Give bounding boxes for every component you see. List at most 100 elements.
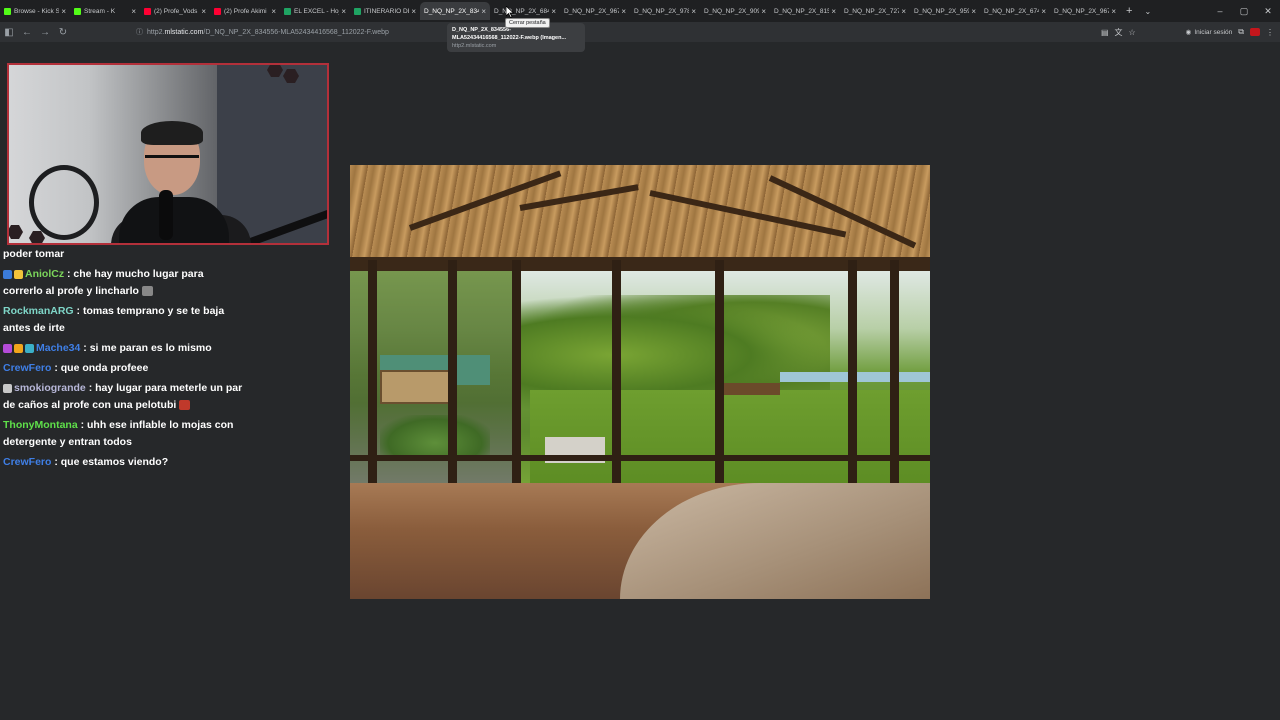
chat-username[interactable]: CrewFero	[3, 362, 51, 374]
tab-close-icon[interactable]: ×	[971, 7, 976, 16]
reader-view-icon[interactable]: ▤	[1101, 28, 1109, 37]
tab-title: D_NQ_NP_2X_9670	[1054, 7, 1110, 15]
tab-close-icon[interactable]: ×	[761, 7, 766, 16]
chat-emote-icon	[141, 286, 153, 297]
browser-tab[interactable]: D_NQ_NP_2X_6749 ×	[980, 2, 1050, 20]
sign-in-button[interactable]: ◉ Iniciar sesión	[1186, 28, 1233, 37]
chat-message: CrewFero : que onda profeee	[3, 360, 243, 377]
stream-chat: poder tomar AniolCz : che hay mucho lugar…	[3, 246, 243, 474]
browser-tab[interactable]: D_NQ_NP_2X_7273 ×	[840, 2, 910, 20]
photo-plants	[380, 415, 490, 455]
webcam-streamer-shirt	[119, 197, 229, 243]
browser-tab[interactable]: (2) Profe_Vods ×	[140, 2, 210, 20]
menu-icon[interactable]: ⋮	[1266, 28, 1274, 37]
chat-message: Mache34 : si me paran es lo mismo	[3, 340, 243, 357]
address-bar[interactable]: ⓘ http2. mlstatic.com/D_NQ_NP_2X_834556-M…	[136, 25, 389, 39]
photo-post	[890, 260, 899, 520]
new-tab-button[interactable]: +	[1126, 5, 1132, 17]
forward-icon[interactable]: →	[36, 27, 54, 38]
browser-tab[interactable]: (2) Profe Akimi ×	[210, 2, 280, 20]
tab-close-icon[interactable]: ×	[481, 7, 486, 16]
sign-in-label: Iniciar sesión	[1194, 28, 1233, 36]
browser-tab[interactable]: D_NQ_NP_2X_9099 ×	[700, 2, 770, 20]
photo-post	[848, 260, 857, 520]
browser-tab[interactable]: Browse - Kick S ×	[0, 2, 70, 20]
chat-badge-icon	[14, 269, 23, 279]
url-scheme: http2.	[147, 28, 165, 36]
browser-tab[interactable]: Stream - K ×	[70, 2, 140, 20]
tab-close-icon[interactable]: ×	[61, 7, 66, 16]
extensions-icon[interactable]: ⧉	[1238, 27, 1244, 37]
webcam-streamer-glasses	[145, 155, 199, 169]
chat-emote-icon	[179, 400, 191, 411]
bookmark-star-icon[interactable]: ☆	[1129, 28, 1136, 37]
chat-message-text: : que onda profeee	[54, 362, 149, 374]
sidebar-icon[interactable]: ◧	[0, 27, 18, 38]
browser-tab[interactable]: ITINERARIO DE ×	[350, 2, 420, 20]
tab-close-icon[interactable]: ×	[621, 7, 626, 16]
photo-post	[512, 260, 521, 520]
translate-icon[interactable]: 文	[1115, 27, 1123, 38]
browser-tab[interactable]: D_NQ_NP_2X_9590 ×	[910, 2, 980, 20]
chat-username[interactable]: AniolCz	[25, 268, 64, 280]
tab-close-icon[interactable]: ×	[341, 7, 346, 16]
toolbar-right: ▤ 文 ☆ ◉ Iniciar sesión ⧉ ⋮	[1101, 22, 1274, 42]
browser-tab[interactable]: D_NQ_NP_2X_834 ×	[420, 2, 490, 20]
tab-close-icon[interactable]: ×	[271, 7, 276, 16]
chat-username[interactable]: RockmanARG	[3, 305, 74, 317]
reload-icon[interactable]: ↻	[54, 27, 72, 38]
tab-title: (2) Profe_Vods	[154, 7, 198, 15]
chat-message: CrewFero : que estamos viendo?	[3, 454, 243, 471]
photo-post	[612, 260, 621, 520]
photo-post	[368, 260, 377, 520]
tab-title: D_NQ_NP_2X_6749	[984, 7, 1040, 15]
tab-close-icon[interactable]: ×	[1041, 7, 1046, 16]
chat-username[interactable]: smokiogrande	[14, 382, 86, 394]
tab-title: D_NQ_NP_2X_9590	[914, 7, 970, 15]
close-window-button[interactable]: ✕	[1256, 6, 1280, 17]
tab-close-icon[interactable]: ×	[831, 7, 836, 16]
chat-message-text: : que estamos viendo?	[54, 456, 169, 468]
window-controls: – ▢ ✕	[1208, 0, 1280, 22]
browser-tab[interactable]: D_NQ_NP_2X_9789 ×	[630, 2, 700, 20]
browser-tab[interactable]: D_NQ_NP_2X_8151 ×	[770, 2, 840, 20]
tab-title: D_NQ_NP_2X_7273	[844, 7, 900, 15]
chat-username[interactable]: Mache34	[36, 342, 80, 354]
tab-title: D_NQ_NP_2X_834	[424, 7, 480, 15]
tab-strip: Browse - Kick S × Stream - K × (2) Profe_Vod…	[0, 0, 1280, 22]
browser-tab[interactable]: D_NQ_NP_2X_9670 ×	[1050, 2, 1120, 20]
tab-title: D_NQ_NP_2X_9679	[564, 7, 620, 15]
close-tab-tooltip: Cerrar pestaña	[505, 18, 550, 28]
tab-close-icon[interactable]: ×	[551, 7, 556, 16]
back-icon[interactable]: ←	[18, 27, 36, 38]
chat-badge-icon	[3, 383, 12, 393]
tab-close-icon[interactable]: ×	[411, 7, 416, 16]
webcam-exercise-bike	[29, 165, 99, 240]
chat-message: RockmanARG : tomas temprano y se te baja…	[3, 303, 243, 337]
maximize-button[interactable]: ▢	[1232, 6, 1256, 17]
webcam-microphone	[159, 190, 173, 240]
browser-tab[interactable]: EL EXCEL - Hoja ×	[280, 2, 350, 20]
chat-message-text: : si me paran es lo mismo	[83, 342, 212, 354]
chat-username[interactable]: ThonyMontana	[3, 419, 78, 431]
chat-message-text: poder tomar	[3, 248, 65, 260]
chat-message: smokiogrande : hay lugar para meterle un…	[3, 380, 243, 414]
tab-search-icon[interactable]: ⌄	[1144, 7, 1151, 16]
tab-close-icon[interactable]: ×	[1111, 7, 1116, 16]
tab-close-icon[interactable]: ×	[901, 7, 906, 16]
chat-badge-icon	[14, 343, 23, 353]
minimize-button[interactable]: –	[1208, 6, 1232, 16]
tab-close-icon[interactable]: ×	[691, 7, 696, 16]
recording-extension-icon[interactable]	[1250, 28, 1260, 36]
chat-badge-icon	[3, 269, 12, 279]
hover-card-domain: http2.mlstatic.com	[452, 43, 497, 49]
tab-close-icon[interactable]: ×	[201, 7, 206, 16]
tab-title: D_NQ_NP_2X_9789	[634, 7, 690, 15]
browser-tab[interactable]: D_NQ_NP_2X_9679 ×	[560, 2, 630, 20]
tab-favicon-icon	[144, 7, 151, 15]
site-info-icon[interactable]: ⓘ	[136, 27, 143, 37]
chat-username[interactable]: CrewFero	[3, 456, 51, 468]
chat-badge-icon	[25, 343, 34, 353]
tab-close-icon[interactable]: ×	[131, 7, 136, 16]
tab-title: D_NQ_NP_2X_6841	[494, 7, 550, 15]
